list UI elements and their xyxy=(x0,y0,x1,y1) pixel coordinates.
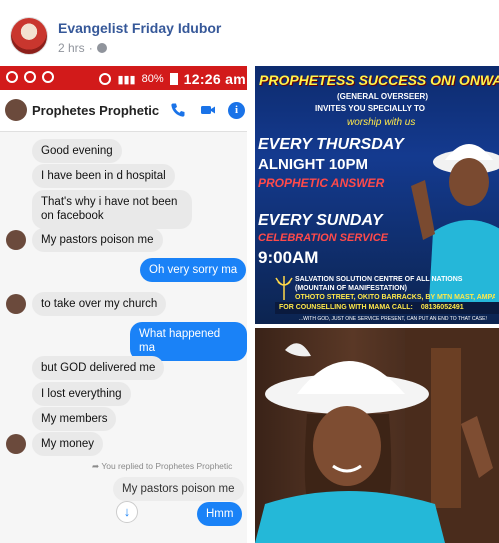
message-incoming: My members xyxy=(32,407,117,432)
message-incoming: That's why i have not been on facebook xyxy=(32,190,192,229)
flyer-counselling: FOR COUNSELLING WITH MAMA CALL: 08136052… xyxy=(279,304,464,311)
phone-status-bar: ▮▮▮ 80% 12:26 am xyxy=(0,66,247,90)
author-name[interactable]: Evangelist Friday Idubor xyxy=(58,20,221,36)
flyer-alnight: ALNIGHT 10PM xyxy=(258,156,369,173)
quoted-message: My pastors poison me xyxy=(113,477,244,502)
flyer-title: PROPHETESS SUCCESS ONI ONWAEZ xyxy=(259,72,499,88)
chat-screenshot[interactable]: ▮▮▮ 80% 12:26 am Prophetes Prophetic i G… xyxy=(0,66,250,543)
battery-percent: 80% xyxy=(141,73,164,85)
flyer-church: SALVATION SOLUTION CENTRE OF ALL NATIONS… xyxy=(295,276,495,302)
message-incoming: I lost everything xyxy=(32,382,131,407)
video-icon[interactable] xyxy=(200,102,216,118)
alarm-icon xyxy=(99,73,112,85)
post-time[interactable]: 2 hrs xyxy=(58,41,85,55)
flyer-celebration: CELEBRATION SERVICE xyxy=(258,232,388,244)
prophetess-portrait xyxy=(411,144,499,302)
post-header: Evangelist Friday Idubor 2 hrs · xyxy=(0,0,499,66)
battery-icon xyxy=(169,73,178,85)
flyer-footer: ...WITH GOD, JUST ONE SERVICE PRESENT, C… xyxy=(299,316,487,322)
message-incoming: Good evening xyxy=(32,139,122,164)
sender-avatar xyxy=(6,294,26,314)
post-meta: 2 hrs · xyxy=(58,41,107,55)
meta-separator: · xyxy=(88,41,93,55)
flyer-thursday: EVERY THURSDAY xyxy=(258,136,404,153)
reply-note-text: You replied to Prophetes Prophetic xyxy=(101,461,233,471)
author-avatar[interactable] xyxy=(10,17,48,55)
reply-note: ➦ You replied to Prophetes Prophetic xyxy=(92,461,232,472)
message-outgoing: What happened ma xyxy=(130,322,247,361)
flyer-overseer: (GENERAL OVERSEER) xyxy=(337,92,428,101)
contact-name[interactable]: Prophetes Prophetic xyxy=(32,103,159,118)
reply-arrow-icon: ➦ xyxy=(92,461,102,471)
church-address: OTHOTO STREET, OKITO BARRACKS, BY MTN MA… xyxy=(295,293,495,301)
church-flyer-image[interactable]: PROPHETESS SUCCESS ONI ONWAEZ (GENERAL O… xyxy=(255,66,499,324)
status-time: 12:26 am xyxy=(183,71,246,87)
scroll-down-icon[interactable]: ↓ xyxy=(116,501,138,523)
flyer-invite: INVITES YOU SPECIALLY TO xyxy=(315,104,425,113)
sender-avatar xyxy=(6,434,26,454)
church-subtitle: (MOUNTAIN OF MANIFESTATION) xyxy=(295,284,407,292)
facebook-post: Evangelist Friday Idubor 2 hrs · ▮▮▮ 80%… xyxy=(0,0,499,543)
flyer-sunday-time: 9:00AM xyxy=(258,248,319,267)
info-icon[interactable]: i xyxy=(228,102,245,119)
church-name: SALVATION SOLUTION CENTRE OF ALL NATIONS xyxy=(295,276,463,283)
counsel-phone: 08136052491 xyxy=(420,304,464,311)
notification-icon xyxy=(42,71,54,83)
whatsapp-icon xyxy=(24,71,36,83)
message-incoming: My money xyxy=(32,432,104,457)
flyer-sunday: EVERY SUNDAY xyxy=(258,212,383,229)
message-incoming: I have been in d hospital xyxy=(32,164,175,189)
status-icons-left xyxy=(6,71,54,83)
lampstand-logo-icon xyxy=(275,276,293,300)
chat-header: Prophetes Prophetic i xyxy=(0,90,247,132)
counsel-label: FOR COUNSELLING WITH MAMA CALL: xyxy=(279,304,413,311)
photo-illustration xyxy=(255,328,499,543)
message-incoming: My pastors poison me xyxy=(32,228,163,253)
messenger-icon xyxy=(6,71,18,83)
message-incoming: to take over my church xyxy=(32,292,167,317)
message-incoming: but GOD delivered me xyxy=(32,356,165,381)
contact-avatar[interactable] xyxy=(5,99,27,121)
status-icons-right: ▮▮▮ 80% 12:26 am xyxy=(99,71,246,87)
flyer-prophetic-answer: PROPHETIC ANSWER xyxy=(258,176,385,190)
globe-icon xyxy=(96,43,107,53)
flyer-worship: worship with us xyxy=(347,117,416,128)
message-outgoing: Hmm xyxy=(197,502,243,527)
message-outgoing: Oh very sorry ma xyxy=(140,258,247,283)
prophetess-photo[interactable] xyxy=(255,328,499,543)
phone-icon[interactable] xyxy=(170,102,186,118)
signal-icon: ▮▮▮ xyxy=(117,73,136,86)
sender-avatar xyxy=(6,230,26,250)
